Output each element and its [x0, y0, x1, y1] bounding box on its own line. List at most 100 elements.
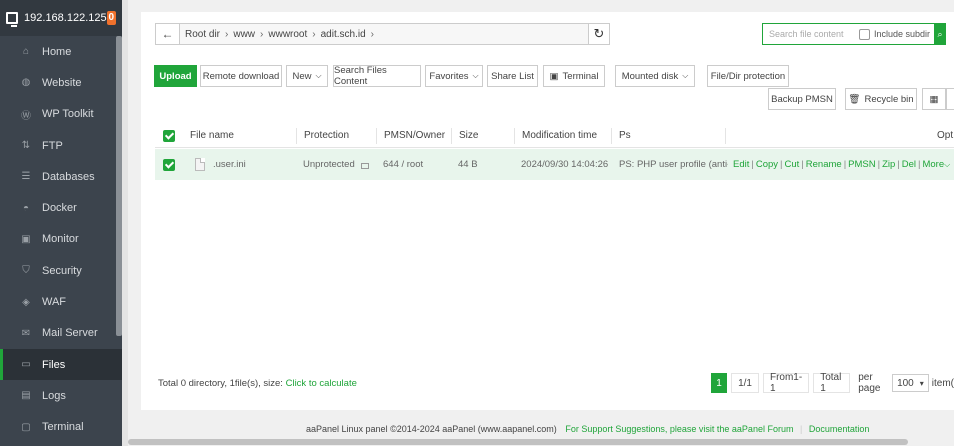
select-all-checkbox[interactable] [163, 129, 175, 142]
favorites-dropdown-button[interactable]: Favorites ⌵ [425, 65, 483, 87]
op-cut[interactable]: Cut [785, 159, 800, 170]
grid-view-button[interactable]: ▦ [922, 88, 946, 110]
op-edit[interactable]: Edit [733, 159, 749, 170]
header-pmsn[interactable]: PMSN/Owner [384, 124, 445, 147]
op-rename[interactable]: Rename [806, 159, 842, 170]
refresh-icon: ↻ [593, 26, 605, 41]
sidebar-item-website[interactable]: ◍ Website [0, 67, 122, 98]
page-count: 1/1 [731, 373, 759, 393]
sidebar-item-monitor[interactable]: ▣ Monitor [0, 224, 122, 255]
logs-icon: ▤ [21, 390, 31, 402]
back-arrow-icon[interactable]: ← [156, 24, 180, 44]
remote-download-button[interactable]: Remote download [200, 65, 282, 87]
sidebar-item-mail-server[interactable]: ✉ Mail Server [0, 318, 122, 349]
new-label: New [292, 70, 312, 82]
search-button[interactable]: ⌕ [934, 23, 946, 45]
shield-icon: ⛉ [22, 265, 30, 277]
per-page-select[interactable]: 100 ▾ [892, 374, 929, 392]
header-protection[interactable]: Protection [304, 124, 349, 147]
file-dir-protection-button[interactable]: File/Dir protection [707, 65, 789, 87]
sidebar-item-label: WAF [42, 296, 67, 309]
op-pmsn[interactable]: PMSN [848, 159, 875, 170]
file-remark[interactable]: PS: PHP user profile (anti-cros [619, 149, 728, 180]
chevron-down-icon: ▾ [919, 378, 924, 388]
mail-icon: ✉ [21, 327, 31, 339]
file-permissions[interactable]: 644 / root [383, 149, 423, 180]
calculate-size-link[interactable]: Click to calculate [286, 378, 357, 389]
breadcrumb-www[interactable]: www [228, 29, 260, 40]
page-1-button[interactable]: 1 [711, 373, 728, 393]
mounted-disk-dropdown[interactable]: Mounted disk ⌵ [615, 65, 695, 87]
notification-badge[interactable]: 0 [106, 11, 116, 25]
include-subdir-checkbox[interactable] [858, 28, 870, 40]
horizontal-scrollbar[interactable] [128, 439, 908, 445]
sidebar-item-label: Website [42, 76, 82, 89]
home-icon: ⌂ [22, 46, 30, 58]
database-icon: ☰ [21, 171, 31, 183]
sidebar-item-label: FTP [42, 139, 63, 152]
server-header[interactable]: 192.168.122.125 0 [0, 0, 122, 36]
breadcrumb-site[interactable]: adit.sch.id [316, 29, 371, 40]
sidebar-item-wp-toolkit[interactable]: Ⓦ WP Toolkit [0, 99, 122, 130]
sidebar-item-security[interactable]: ⛉ Security [0, 255, 122, 286]
grid-icon: ▦ [929, 93, 939, 105]
op-del[interactable]: Del [902, 159, 916, 170]
upload-button[interactable]: Upload [154, 65, 197, 87]
backup-pmsn-button[interactable]: Backup PMSN [768, 88, 836, 110]
sidebar: 192.168.122.125 0 ⌂ Home ◍ Website Ⓦ WP Toolk… [0, 0, 122, 446]
new-dropdown-button[interactable]: New ⌵ [286, 65, 328, 87]
search-files-content-button[interactable]: Search Files Content [333, 65, 421, 87]
sidebar-item-terminal[interactable]: ▢ Terminal [0, 412, 122, 443]
sidebar-item-label: Home [42, 45, 72, 58]
sidebar-item-ftp[interactable]: ⇅ FTP [0, 130, 122, 161]
breadcrumb-root[interactable]: Root dir [180, 29, 225, 40]
terminal-label: Terminal [562, 70, 599, 82]
header-modification-time[interactable]: Modification time [522, 124, 597, 147]
trash-icon: 🗑 [848, 93, 861, 105]
unlock-icon[interactable] [360, 162, 369, 169]
sidebar-item-docker[interactable]: ◓ Docker [0, 192, 122, 223]
path-breadcrumb[interactable]: ← Root dir › www › wwwroot › adit.sch.id › [155, 23, 589, 45]
table-row[interactable]: .user.ini Unprotected 644 / root 44 B 20… [155, 149, 954, 180]
support-forum-link[interactable]: For Support Suggestions, please visit th… [559, 424, 793, 434]
per-page-value: 100 [897, 377, 914, 389]
refresh-button[interactable]: ↻ [588, 23, 610, 45]
chevron-down-icon: ⌵ [682, 71, 689, 80]
header-size[interactable]: Size [459, 124, 478, 147]
sidebar-item-databases[interactable]: ☰ Databases [0, 161, 122, 192]
sidebar-gap [122, 0, 128, 446]
wordpress-icon: Ⓦ [21, 110, 31, 122]
sidebar-item-label: Logs [42, 389, 66, 402]
sidebar-item-home[interactable]: ⌂ Home [0, 36, 122, 67]
search-input[interactable]: Search file content [763, 29, 859, 39]
share-list-button[interactable]: Share List [487, 65, 538, 87]
sidebar-item-files[interactable]: ▭ Files [0, 348, 122, 381]
file-mtime: 2024/09/30 14:04:26 [521, 159, 609, 170]
row-checkbox[interactable] [163, 158, 175, 171]
sidebar-item-logs[interactable]: ▤ Logs [0, 380, 122, 411]
pagination: 1 1/1 From1-1 Total 1 per page 100 ▾ item… [711, 372, 954, 394]
header-file-name[interactable]: File name [190, 124, 234, 147]
op-zip[interactable]: Zip [882, 159, 895, 170]
list-view-button[interactable] [946, 88, 954, 110]
sidebar-item-label: Security [42, 264, 82, 277]
chevron-down-icon: ⌵ [944, 159, 951, 169]
op-copy[interactable]: Copy [756, 159, 778, 170]
sidebar-item-label: Docker [42, 202, 77, 215]
sidebar-item-waf[interactable]: ◈ WAF [0, 286, 122, 317]
monitor-icon: ▣ [21, 233, 31, 245]
file-name[interactable]: .user.ini [213, 159, 246, 170]
server-ip: 192.168.122.125 [24, 12, 107, 24]
terminal-button[interactable]: ▣ Terminal [543, 65, 605, 87]
favorites-label: Favorites [429, 70, 469, 82]
globe-icon: ◍ [21, 77, 31, 89]
breadcrumb-wwwroot[interactable]: wwwroot [263, 29, 312, 40]
page-footer: aaPanel Linux panel ©2014-2024 aaPanel (… [306, 424, 869, 434]
folder-icon: ▭ [21, 359, 31, 371]
row-operations: Edit | Copy | Cut | Rename | PMSN | Zip | Del |… [733, 159, 951, 170]
search-box: Search file content Include subdir ⌕ [762, 23, 946, 45]
server-monitor-icon [6, 12, 19, 27]
op-more[interactable]: More [922, 159, 944, 170]
recycle-bin-button[interactable]: 🗑 Recycle bin [845, 88, 917, 110]
documentation-link[interactable]: Documentation [809, 424, 870, 434]
